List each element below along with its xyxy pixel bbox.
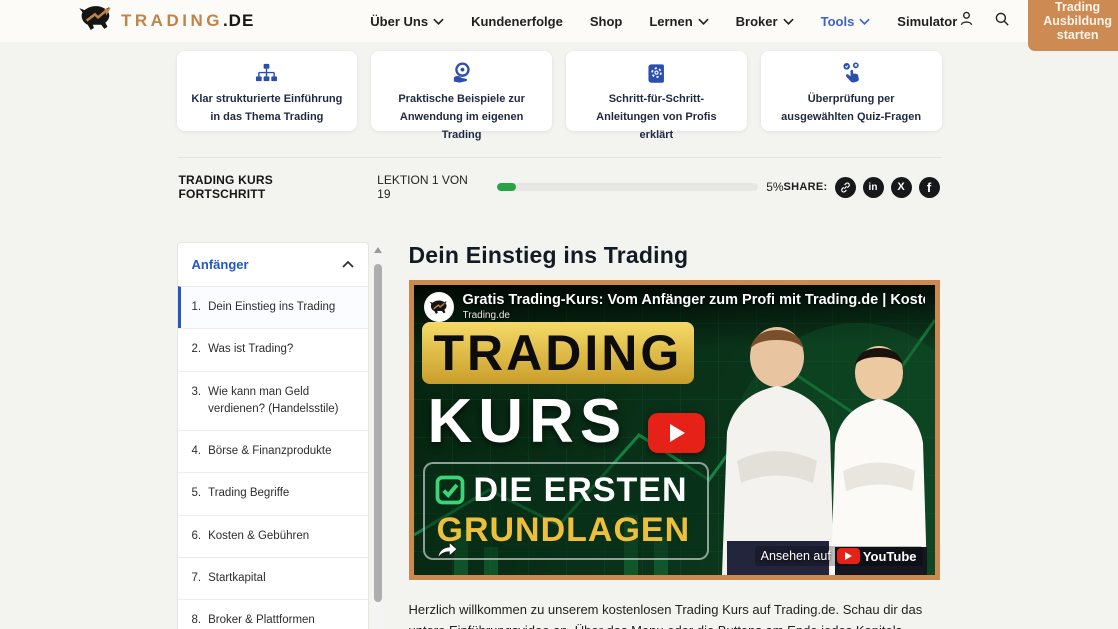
chevron-down-icon bbox=[783, 18, 794, 25]
nav-item-ueber-uns[interactable]: Über Uns bbox=[370, 14, 444, 29]
header-actions: Trading Ausbildung starten bbox=[957, 0, 1118, 51]
feature-text: Praktische Beispiele zur Anwendung im ei… bbox=[385, 90, 538, 144]
progress-percent: 5% bbox=[766, 180, 783, 194]
page-title: Dein Einstieg ins Trading bbox=[409, 242, 942, 269]
thumbnail-headline-top: TRADING bbox=[422, 322, 695, 384]
logo-text: TRADING.DE bbox=[121, 11, 254, 31]
chevron-down-icon bbox=[433, 18, 444, 25]
feature-card-quiz: Überprüfung per ausgewählten Quiz-Fragen bbox=[761, 51, 942, 131]
play-icon bbox=[670, 424, 685, 442]
course-progress: TRADING KURS FORTSCHRITT LEKTION 1 VON 1… bbox=[177, 158, 942, 215]
feature-cards: Klar strukturierte Einführung in das The… bbox=[177, 51, 942, 131]
share-label: SHARE: bbox=[784, 181, 828, 193]
thumbnail-headline-mid: KURS bbox=[428, 387, 628, 457]
video-title[interactable]: Gratis Trading-Kurs: Vom Anfänger zum Pr… bbox=[463, 292, 925, 308]
play-button[interactable] bbox=[648, 413, 705, 453]
checkbox-icon bbox=[435, 475, 465, 505]
feature-card-practice: Praktische Beispiele zur Anwendung im ei… bbox=[371, 51, 552, 131]
lesson-main: Dein Einstieg ins Trading bbox=[409, 242, 942, 629]
scrollbar-thumb[interactable] bbox=[374, 264, 382, 602]
start-training-button[interactable]: Trading Ausbildung starten bbox=[1028, 0, 1118, 51]
intro-paragraph: Herzlich willkommen zu unserem kostenlos… bbox=[409, 599, 942, 629]
logo[interactable]: TRADING.DE bbox=[78, 6, 254, 36]
watch-on-youtube[interactable]: Ansehen auf YouTube bbox=[755, 546, 923, 566]
bull-logo-icon bbox=[78, 6, 114, 36]
chevron-down-icon bbox=[859, 18, 870, 25]
quiz-choice-icon bbox=[775, 60, 928, 86]
copy-link-icon[interactable] bbox=[835, 177, 856, 198]
account-icon[interactable] bbox=[957, 9, 976, 33]
course-sidebar: Anfänger 1.Dein Einstieg ins Trading 2.W… bbox=[177, 242, 383, 629]
share-row: SHARE: in X f bbox=[784, 177, 940, 198]
progress-fill bbox=[497, 183, 516, 191]
book-gear-icon bbox=[580, 60, 733, 86]
progress-bar bbox=[497, 183, 758, 191]
feature-card-structure: Klar strukturierte Einführung in das The… bbox=[177, 51, 358, 131]
badge-line-2: GRUNDLAGEN bbox=[437, 510, 697, 550]
chevron-up-icon bbox=[342, 261, 354, 268]
nav-item-simulator[interactable]: Simulator bbox=[897, 14, 957, 29]
sidebar-item-lesson-4[interactable]: 4.Börse & Finanzprodukte bbox=[178, 430, 368, 472]
page: TRADING.DE Über Uns Kundenerfolge Shop L… bbox=[0, 0, 1118, 629]
nav-item-broker[interactable]: Broker bbox=[736, 14, 794, 29]
feature-text: Überprüfung per ausgewählten Quiz-Fragen bbox=[775, 90, 928, 126]
sidebar-item-lesson-7[interactable]: 7.Startkapital bbox=[178, 557, 368, 599]
presenters-photo bbox=[707, 313, 935, 575]
header: TRADING.DE Über Uns Kundenerfolge Shop L… bbox=[0, 0, 1118, 42]
channel-avatar[interactable] bbox=[424, 292, 454, 322]
youtube-video-player[interactable]: Gratis Trading-Kurs: Vom Anfänger zum Pr… bbox=[409, 280, 940, 580]
sidebar-item-lesson-1[interactable]: 1.Dein Einstieg ins Trading bbox=[178, 286, 368, 328]
sidebar-item-lesson-5[interactable]: 5.Trading Begriffe bbox=[178, 472, 368, 514]
sidebar-item-lesson-2[interactable]: 2.Was ist Trading? bbox=[178, 328, 368, 370]
facebook-icon[interactable]: f bbox=[919, 177, 940, 198]
thumbnail-badge: DIE ERSTEN GRUNDLAGEN bbox=[423, 462, 709, 560]
youtube-logo-icon: YouTube bbox=[837, 548, 917, 564]
feature-text: Schritt-für-Schritt-Anleitungen von Prof… bbox=[580, 90, 733, 144]
badge-line-1: DIE ERSTEN bbox=[474, 470, 688, 510]
linkedin-icon[interactable]: in bbox=[863, 177, 884, 198]
sidebar-item-lesson-3[interactable]: 3.Wie kann man Geld verdienen? (Handelss… bbox=[178, 371, 368, 431]
sidebar-item-lesson-8[interactable]: 8.Broker & Plattformen bbox=[178, 599, 368, 629]
feature-card-guides: Schritt-für-Schritt-Anleitungen von Prof… bbox=[566, 51, 747, 131]
hand-market-icon bbox=[385, 60, 538, 86]
nav-item-kundenerfolge[interactable]: Kundenerfolge bbox=[471, 14, 563, 29]
progress-title: TRADING KURS FORTSCHRITT bbox=[179, 173, 361, 201]
nav-item-lernen[interactable]: Lernen bbox=[649, 14, 708, 29]
sidebar-item-lesson-6[interactable]: 6.Kosten & Gebühren bbox=[178, 515, 368, 557]
sidebar-section-anfaenger[interactable]: Anfänger bbox=[178, 243, 368, 286]
nav-item-tools[interactable]: Tools bbox=[821, 14, 871, 29]
scrollbar-arrow-up-icon[interactable] bbox=[374, 247, 382, 253]
sitemap-icon bbox=[191, 60, 344, 86]
nav-item-shop[interactable]: Shop bbox=[590, 14, 623, 29]
video-share-icon[interactable] bbox=[436, 541, 459, 565]
main-nav: Über Uns Kundenerfolge Shop Lernen Broke… bbox=[370, 14, 957, 29]
chevron-down-icon bbox=[698, 18, 709, 25]
search-icon[interactable] bbox=[993, 10, 1011, 33]
x-icon[interactable]: X bbox=[891, 177, 912, 198]
feature-text: Klar strukturierte Einführung in das The… bbox=[191, 90, 344, 126]
lesson-label: LEKTION 1 VON 19 bbox=[377, 173, 483, 201]
sidebar-scrollbar[interactable] bbox=[373, 242, 383, 629]
